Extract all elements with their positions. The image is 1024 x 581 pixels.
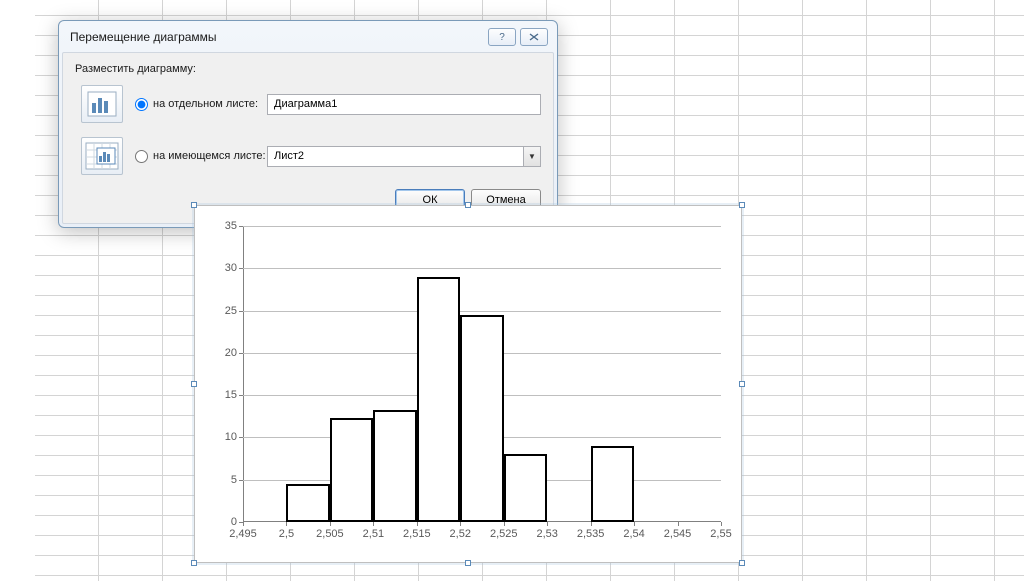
y-tick-label: 30	[213, 262, 237, 274]
x-tick-label: 2,53	[536, 528, 557, 540]
option-new-sheet-row: на отдельном листе:	[75, 85, 541, 123]
combo-dropdown-button[interactable]: ▼	[523, 146, 541, 167]
resize-handle[interactable]	[739, 202, 745, 208]
grid-line	[243, 268, 721, 269]
x-tick	[504, 522, 505, 526]
x-tick-label: 2,51	[363, 528, 384, 540]
grid-line	[243, 226, 721, 227]
resize-handle[interactable]	[739, 381, 745, 387]
y-tick-label: 35	[213, 220, 237, 232]
y-tick	[239, 268, 243, 269]
x-tick-label: 2,52	[450, 528, 471, 540]
left-margin	[0, 0, 35, 581]
y-tick	[239, 311, 243, 312]
histogram-bar[interactable]	[286, 484, 329, 522]
move-chart-dialog: Перемещение диаграммы ? Разместить диагр…	[58, 20, 558, 228]
dialog-titlebar[interactable]: Перемещение диаграммы ?	[60, 22, 556, 50]
x-tick-label: 2,5	[279, 528, 294, 540]
y-tick	[239, 226, 243, 227]
x-tick	[417, 522, 418, 526]
histogram-bar[interactable]	[330, 418, 373, 522]
resize-handle[interactable]	[465, 560, 471, 566]
option-existing-sheet[interactable]: на имеющемся листе:	[135, 150, 267, 163]
x-tick	[373, 522, 374, 526]
new-sheet-icon	[81, 85, 123, 123]
x-tick	[547, 522, 548, 526]
x-tick	[678, 522, 679, 526]
resize-handle[interactable]	[739, 560, 745, 566]
dialog-body: Разместить диаграмму: на отдельном листе…	[62, 52, 554, 224]
y-tick-label: 0	[213, 516, 237, 528]
x-tick-label: 2,535	[577, 528, 605, 540]
histogram-bar[interactable]	[504, 454, 547, 522]
chart-sheet-icon	[87, 91, 117, 117]
existing-sheet-icon	[81, 137, 123, 175]
chart-object-icon	[85, 142, 119, 170]
y-tick-label: 10	[213, 431, 237, 443]
x-tick-label: 2,495	[229, 528, 257, 540]
x-tick-label: 2,55	[710, 528, 731, 540]
x-tick	[286, 522, 287, 526]
existing-sheet-input[interactable]	[267, 146, 523, 167]
new-sheet-name-input[interactable]	[267, 94, 541, 115]
y-tick-label: 15	[213, 389, 237, 401]
dialog-title: Перемещение диаграммы	[70, 30, 484, 44]
x-tick	[243, 522, 244, 526]
radio-existing-sheet[interactable]	[135, 150, 148, 163]
histogram-bar[interactable]	[417, 277, 460, 522]
grid-line	[243, 311, 721, 312]
x-tick-label: 2,525	[490, 528, 518, 540]
option-existing-sheet-row: на имеющемся листе: ▼	[75, 137, 541, 175]
x-tick-label: 2,545	[664, 528, 692, 540]
histogram-bar[interactable]	[460, 315, 503, 522]
close-icon	[529, 33, 539, 41]
x-tick-label: 2,505	[316, 528, 344, 540]
plot-area: 051015202530352,4952,52,5052,512,5152,52…	[243, 226, 721, 522]
radio-new-sheet[interactable]	[135, 98, 148, 111]
section-label: Разместить диаграмму:	[75, 63, 541, 75]
x-tick	[460, 522, 461, 526]
chevron-down-icon: ▼	[528, 152, 536, 161]
histogram-bar[interactable]	[373, 410, 416, 522]
y-tick	[239, 353, 243, 354]
x-tick	[591, 522, 592, 526]
x-tick	[330, 522, 331, 526]
x-tick-label: 2,515	[403, 528, 431, 540]
y-tick	[239, 437, 243, 438]
y-tick-label: 20	[213, 347, 237, 359]
close-button[interactable]	[520, 28, 548, 46]
y-tick	[239, 395, 243, 396]
resize-handle[interactable]	[191, 381, 197, 387]
y-axis	[243, 226, 244, 522]
resize-handle[interactable]	[191, 560, 197, 566]
x-tick	[721, 522, 722, 526]
x-tick-label: 2,54	[623, 528, 644, 540]
resize-handle[interactable]	[191, 202, 197, 208]
option-new-sheet[interactable]: на отдельном листе:	[135, 98, 267, 111]
y-tick-label: 25	[213, 305, 237, 317]
histogram-bar[interactable]	[591, 446, 634, 522]
y-tick-label: 5	[213, 474, 237, 486]
help-icon: ?	[499, 32, 505, 43]
radio-existing-sheet-label: на имеющемся листе:	[153, 150, 266, 162]
x-tick	[634, 522, 635, 526]
resize-handle[interactable]	[465, 202, 471, 208]
y-tick	[239, 480, 243, 481]
radio-new-sheet-label: на отдельном листе:	[153, 98, 258, 110]
embedded-chart[interactable]: 0 5 10 15 20 25 30 35 2,495 2,5 2,505 2,51 2,515 2,52…	[194, 205, 742, 563]
existing-sheet-combo[interactable]: ▼	[267, 146, 541, 167]
help-button[interactable]: ?	[488, 28, 516, 46]
